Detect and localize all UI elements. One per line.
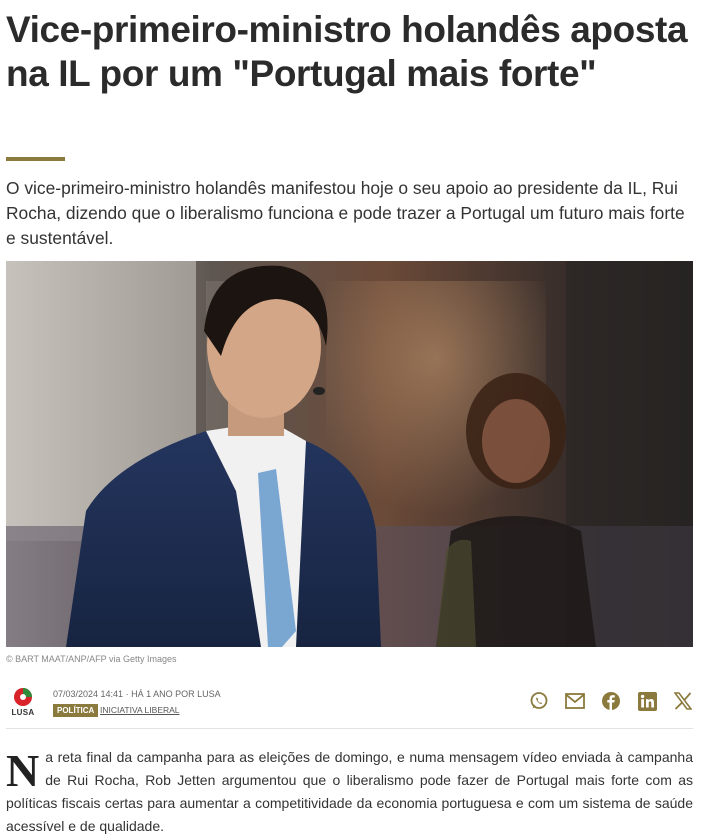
headline-accent-rule [6,157,65,161]
publish-date: 07/03/2024 14:41 · HÁ 1 ANO POR LUSA [53,689,221,699]
article-photo[interactable] [6,261,693,647]
share-whatsapp-button[interactable] [528,690,550,712]
share-email-button[interactable] [564,690,586,712]
meta-divider [6,728,693,729]
share-bar [528,690,694,712]
facebook-icon [602,692,620,710]
x-icon [674,692,692,710]
lusa-logo[interactable]: LUSA [6,687,40,721]
whatsapp-icon [530,692,548,709]
body-dropcap: N [6,745,40,796]
body-paragraph: a reta final da campanha para as eleiçõe… [6,749,693,834]
share-x-button[interactable] [672,690,694,712]
subcategory-link[interactable]: INICIATIVA LIBERAL [100,705,180,715]
share-facebook-button[interactable] [600,690,622,712]
lusa-mark-icon [14,688,32,706]
photo-credit: © BART MAAT/ANP/AFP via Getty Images [6,654,177,664]
email-icon [565,693,585,709]
lusa-wordmark: LUSA [11,708,35,717]
article-lead: O vice-primeiro-ministro holandês manife… [6,178,685,248]
share-linkedin-button[interactable] [636,690,658,712]
category-tag[interactable]: POLÍTICA [53,704,99,717]
article-headline: Vice-primeiro-ministro holandês aposta n… [6,9,688,94]
article-body: Na reta final da campanha para as eleiçõ… [6,746,693,838]
linkedin-icon [637,691,657,711]
article-meta: LUSA 07/03/2024 14:41 · HÁ 1 ANO POR LUS… [6,684,696,724]
